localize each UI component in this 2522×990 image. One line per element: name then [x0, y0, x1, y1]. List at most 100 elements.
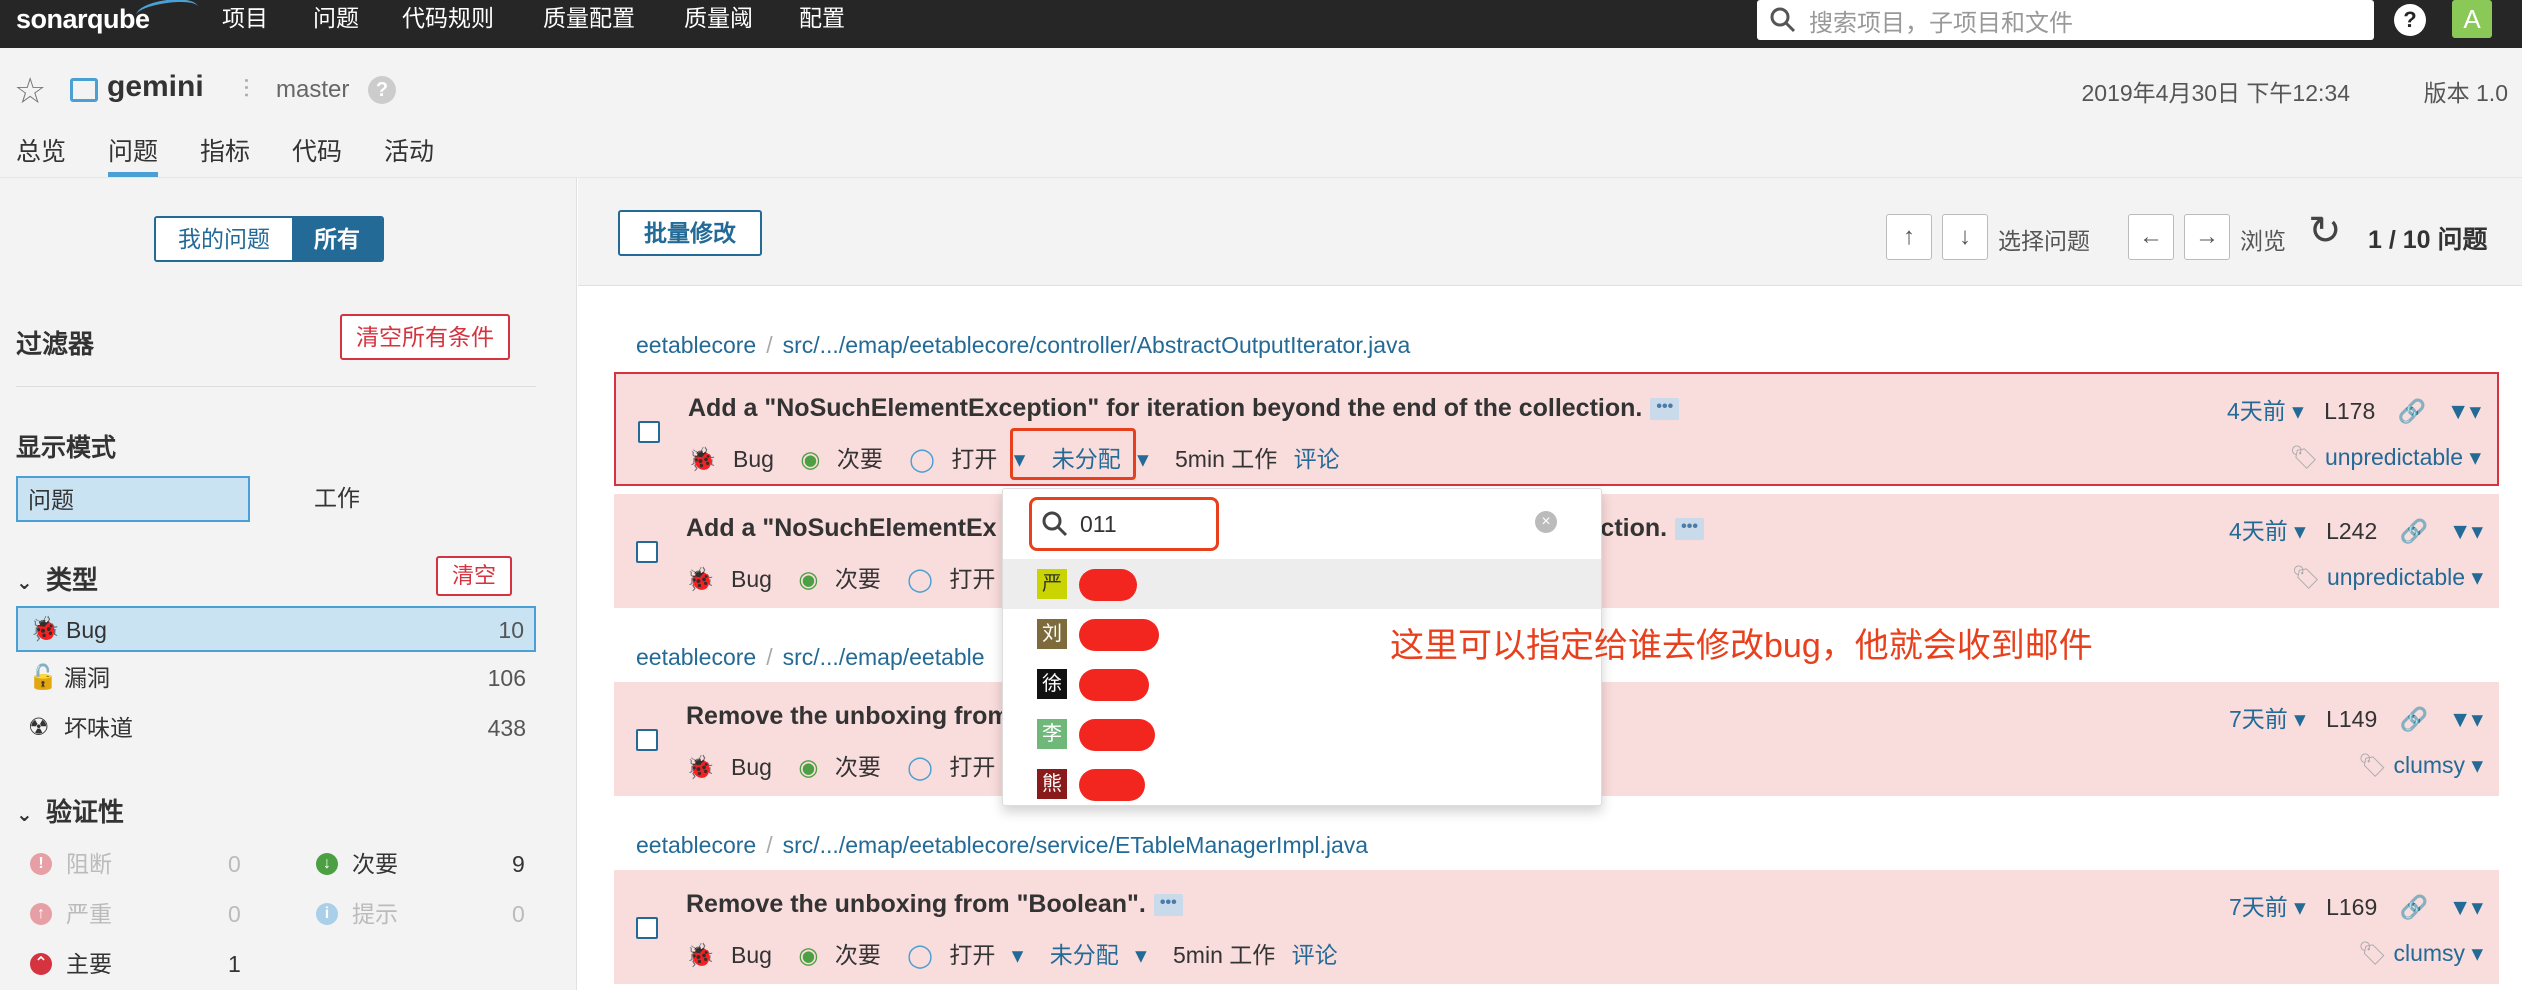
tab-measures[interactable]: 指标 — [200, 132, 250, 168]
type-facet-header[interactable]: ⌄ 类型 — [16, 560, 98, 597]
issue-type[interactable]: 🐞 Bug — [688, 446, 784, 473]
assignee-option[interactable]: 熊 — [1003, 759, 1601, 809]
issue-comment-link[interactable]: 评论 — [1292, 936, 1338, 970]
issue-checkbox[interactable] — [636, 541, 658, 563]
help-icon[interactable]: ? — [2394, 4, 2426, 36]
tab-activity[interactable]: 活动 — [384, 132, 434, 168]
assignee-option[interactable]: 李 — [1003, 709, 1601, 759]
nav-administration[interactable]: 配置 — [799, 0, 845, 48]
issue-type[interactable]: 🐞 Bug — [686, 754, 782, 781]
clear-search-icon[interactable]: × — [1535, 511, 1557, 533]
issue-tags[interactable]: 🏷 clumsy ▾ — [2358, 940, 2483, 967]
browse-right-key[interactable]: → — [2184, 214, 2230, 260]
issue-type[interactable]: 🐞 Bug — [686, 942, 782, 969]
issue-tags[interactable]: 🏷 unpredictable ▾ — [2291, 564, 2483, 591]
issue-comment-link[interactable]: 评论 — [1294, 440, 1340, 474]
issue-age[interactable]: 7天前 ▾ — [2229, 894, 2306, 920]
issue-status[interactable]: ◯ 打开 ▾ — [907, 936, 1033, 970]
display-mode-effort[interactable]: 工作 — [314, 476, 360, 522]
my-issues-button[interactable]: 我的问题 — [156, 218, 292, 260]
issue-item[interactable]: Add a "NoSuchElementException" for itera… — [614, 372, 2499, 486]
component-path[interactable]: eetablecore / src/.../emap/eetable — [636, 644, 985, 671]
issue-type[interactable]: 🐞 Bug — [686, 566, 782, 593]
component-path[interactable]: eetablecore / src/.../emap/eetablecore/con… — [636, 332, 1410, 359]
issue-age[interactable]: 4天前 ▾ — [2227, 398, 2304, 424]
issue-message[interactable]: Add a "NoSuchElementException" for itera… — [688, 394, 1680, 423]
select-down-key[interactable]: ↓ — [1942, 214, 1988, 260]
browse-left-key[interactable]: ← — [2128, 214, 2174, 260]
redacted-name — [1079, 569, 1137, 601]
more-icon[interactable]: ••• — [1650, 398, 1680, 421]
component-file[interactable]: src/.../emap/eetablecore/service/ETableM… — [783, 832, 1369, 858]
issue-tags[interactable]: 🏷 unpredictable ▾ — [2289, 444, 2481, 471]
nav-rules[interactable]: 代码规则 — [402, 0, 494, 48]
issue-tags[interactable]: 🏷 clumsy ▾ — [2358, 752, 2483, 779]
more-icon[interactable]: ••• — [1153, 894, 1183, 917]
component-project[interactable]: eetablecore — [636, 644, 756, 670]
clear-all-filters-button[interactable]: 清空所有条件 — [340, 314, 510, 360]
reload-icon[interactable]: ↻ — [2308, 208, 2342, 254]
assignee-search-input[interactable]: 011 — [1029, 497, 1219, 551]
user-avatar[interactable]: A — [2452, 0, 2492, 38]
tab-issues[interactable]: 问题 — [108, 132, 159, 177]
type-bug-filter[interactable]: 🐞 Bug 10 — [16, 606, 536, 652]
display-mode-issues[interactable]: 问题 — [16, 476, 250, 522]
permalink-icon[interactable]: 🔗 — [2400, 894, 2429, 920]
issue-checkbox[interactable] — [638, 421, 660, 443]
permalink-icon[interactable]: 🔗 — [2398, 398, 2427, 424]
permalink-icon[interactable]: 🔗 — [2400, 706, 2429, 732]
tab-code[interactable]: 代码 — [292, 132, 342, 168]
issue-assignee[interactable]: 未分配 ▾ — [1050, 936, 1157, 970]
component-project[interactable]: eetablecore — [636, 832, 756, 858]
bulk-change-button[interactable]: 批量修改 — [618, 210, 762, 256]
component-project[interactable]: eetablecore — [636, 332, 756, 358]
severity-critical-filter[interactable]: ↑ 严重 0 — [30, 894, 250, 934]
nav-quality-profiles[interactable]: 质量配置 — [543, 0, 635, 48]
assignee-option[interactable]: 严 — [1003, 559, 1601, 609]
issue-age[interactable]: 4天前 ▾ — [2229, 518, 2306, 544]
more-icon[interactable]: ••• — [1675, 518, 1704, 541]
global-search-input[interactable]: 搜索项目，子项目和文件 — [1757, 0, 2374, 40]
issue-checkbox[interactable] — [636, 917, 658, 939]
issue-message[interactable]: Remove the unboxing from "Boolean". ••• — [686, 890, 1183, 919]
branch-help-icon[interactable]: ? — [368, 76, 396, 104]
nav-quality-gates[interactable]: 质量阈 — [684, 0, 753, 48]
project-name[interactable]: gemini — [107, 70, 204, 104]
filter-icon[interactable]: ▼ — [2449, 894, 2472, 920]
severity-blocker-filter[interactable]: ! 阻断 0 — [30, 844, 250, 884]
issue-severity[interactable]: ◉ 次要 — [800, 440, 892, 474]
issue-severity[interactable]: ◉ 次要 — [798, 748, 890, 782]
filter-icon[interactable]: ▼ — [2449, 706, 2472, 732]
issue-age[interactable]: 7天前 ▾ — [2229, 706, 2306, 732]
select-up-key[interactable]: ↑ — [1886, 214, 1932, 260]
issue-item[interactable]: Remove the unboxing from "Boolean". ••• 🐞… — [614, 870, 2499, 984]
component-file[interactable]: src/.../emap/eetable — [783, 644, 985, 670]
issue-effort[interactable]: 5min 工作 — [1173, 936, 1275, 970]
issue-severity[interactable]: ◉ 次要 — [798, 560, 890, 594]
issue-message[interactable]: Remove the unboxing from — [686, 702, 1010, 731]
component-file[interactable]: src/.../emap/eetablecore/controller/Abst… — [783, 332, 1411, 358]
sonarqube-logo[interactable]: sonarqube — [16, 0, 200, 35]
type-code-smell-filter[interactable]: ☢ 坏味道 438 — [16, 706, 536, 752]
all-issues-button[interactable]: 所有 — [292, 218, 382, 260]
tab-overview[interactable]: 总览 — [16, 132, 66, 168]
favorite-star-icon[interactable]: ☆ — [14, 70, 46, 112]
filter-icon[interactable]: ▼ — [2447, 398, 2470, 424]
filter-icon[interactable]: ▼ — [2449, 518, 2472, 544]
issue-checkbox[interactable] — [636, 729, 658, 751]
issue-status[interactable]: ◯ 打开 — [907, 748, 1005, 782]
component-path[interactable]: eetablecore / src/.../emap/eetablecore/ser… — [636, 832, 1368, 859]
type-vulnerability-filter[interactable]: 🔓 漏洞 106 — [16, 656, 536, 702]
issue-severity[interactable]: ◉ 次要 — [798, 936, 890, 970]
severity-major-filter[interactable]: ⌃ 主要 1 — [30, 944, 250, 984]
clear-type-button[interactable]: 清空 — [436, 556, 513, 596]
permalink-icon[interactable]: 🔗 — [2400, 518, 2429, 544]
branch-name[interactable]: master — [276, 76, 349, 104]
nav-issues[interactable]: 问题 — [313, 0, 359, 48]
severity-facet-header[interactable]: ⌄ 验证性 — [16, 792, 124, 829]
severity-info-filter[interactable]: i 提示 0 — [316, 894, 536, 934]
issue-status[interactable]: ◯ 打开 — [907, 560, 1005, 594]
issue-effort[interactable]: 5min 工作 — [1175, 440, 1277, 474]
severity-minor-filter[interactable]: ↓ 次要 9 — [316, 844, 536, 884]
nav-projects[interactable]: 项目 — [222, 0, 268, 48]
